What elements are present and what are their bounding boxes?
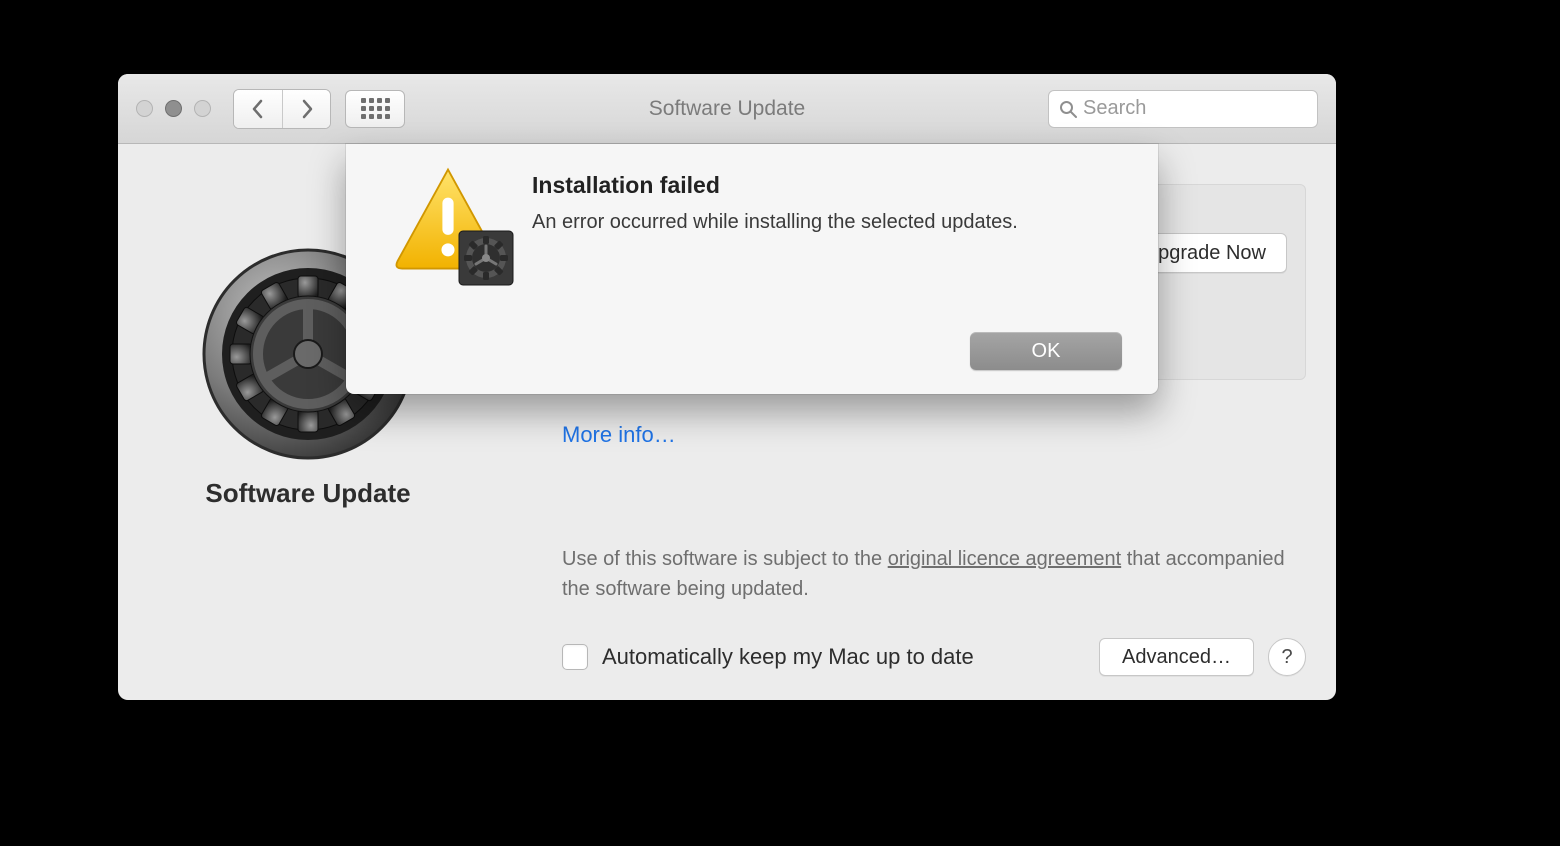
alert-sheet: Installation failed An error occurred wh… bbox=[346, 144, 1158, 394]
more-info-link[interactable]: More info… bbox=[562, 422, 676, 448]
licence-text: Use of this software is subject to the o… bbox=[562, 544, 1306, 604]
grid-icon bbox=[361, 98, 390, 119]
ok-button[interactable]: OK bbox=[970, 332, 1122, 370]
close-window-button[interactable] bbox=[136, 100, 153, 117]
bottom-row: Automatically keep my Mac up to date Adv… bbox=[562, 638, 1306, 676]
forward-button[interactable] bbox=[282, 90, 330, 128]
minimize-window-button[interactable] bbox=[165, 100, 182, 117]
gear-badge-icon bbox=[458, 230, 514, 286]
auto-update-label: Automatically keep my Mac up to date bbox=[602, 644, 974, 670]
help-button[interactable]: ? bbox=[1268, 638, 1306, 676]
auto-update-checkbox[interactable] bbox=[562, 644, 588, 670]
advanced-button[interactable]: Advanced… bbox=[1099, 638, 1254, 676]
chevron-right-icon bbox=[300, 99, 314, 119]
window-controls bbox=[136, 100, 211, 117]
sidebar-label: Software Update bbox=[205, 478, 410, 509]
show-all-button[interactable] bbox=[345, 90, 405, 128]
licence-prefix: Use of this software is subject to the bbox=[562, 548, 888, 570]
alert-message: An error occurred while installing the s… bbox=[532, 208, 1118, 237]
preferences-window: Software Update Search bbox=[118, 74, 1336, 700]
search-icon bbox=[1059, 100, 1077, 118]
search-placeholder: Search bbox=[1083, 97, 1146, 120]
chevron-left-icon bbox=[251, 99, 265, 119]
nav-segmented bbox=[233, 89, 331, 129]
toolbar: Software Update Search bbox=[118, 74, 1336, 144]
zoom-window-button[interactable] bbox=[194, 100, 211, 117]
back-button[interactable] bbox=[234, 90, 282, 128]
alert-title: Installation failed bbox=[532, 172, 720, 199]
licence-agreement-link[interactable]: original licence agreement bbox=[888, 548, 1121, 570]
search-field[interactable]: Search bbox=[1048, 90, 1318, 128]
